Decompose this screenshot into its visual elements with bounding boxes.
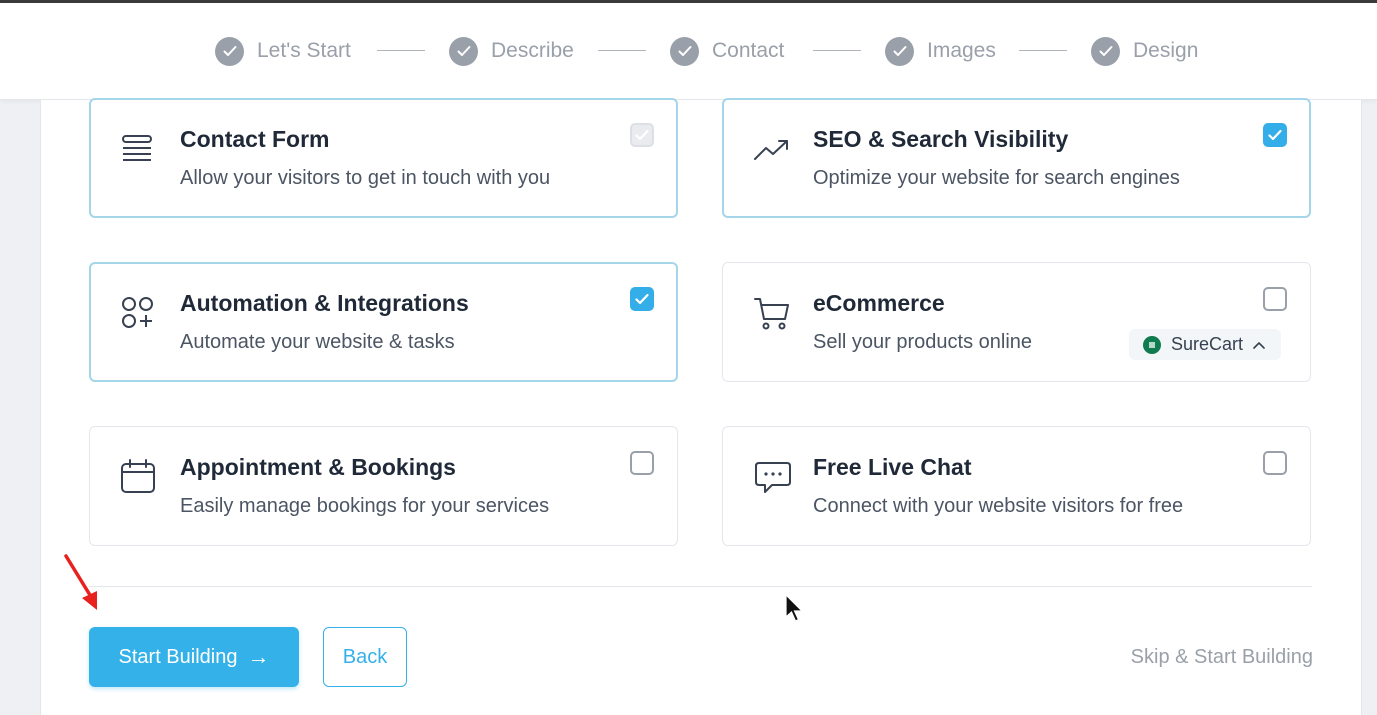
shopping-cart-icon bbox=[753, 293, 789, 333]
feature-title: Free Live Chat bbox=[813, 454, 972, 480]
step-label: Images bbox=[927, 39, 996, 62]
start-building-label: Start Building bbox=[118, 645, 238, 668]
step-label: Let's Start bbox=[257, 39, 351, 62]
feature-checkbox[interactable] bbox=[1263, 123, 1287, 147]
step-label: Contact bbox=[712, 39, 785, 62]
feature-title: Automation & Integrations bbox=[180, 290, 469, 316]
feature-card-seo[interactable]: SEO & Search Visibility Optimize your we… bbox=[722, 98, 1311, 218]
step-connector bbox=[813, 50, 861, 51]
calendar-icon bbox=[120, 457, 156, 497]
progress-stepper: Let's Start Describe Contact Images Desi… bbox=[0, 3, 1377, 100]
feature-card-ecommerce[interactable]: eCommerce Sell your products online Sure… bbox=[722, 262, 1311, 382]
divider bbox=[89, 586, 1312, 587]
feature-description: Easily manage bookings for your services bbox=[180, 495, 550, 517]
features-panel: Contact Form Allow your visitors to get … bbox=[40, 98, 1362, 715]
back-button[interactable]: Back bbox=[323, 627, 407, 687]
feature-card-live-chat[interactable]: Free Live Chat Connect with your website… bbox=[722, 426, 1311, 546]
step-label: Describe bbox=[491, 39, 574, 62]
chat-bubble-icon bbox=[753, 457, 791, 497]
feature-title: Contact Form bbox=[180, 126, 330, 152]
feature-checkbox[interactable] bbox=[1263, 287, 1287, 311]
step-connector bbox=[377, 50, 425, 51]
step-images[interactable]: Images bbox=[885, 36, 996, 66]
apps-plus-icon bbox=[120, 293, 156, 333]
feature-checkbox[interactable] bbox=[630, 451, 654, 475]
step-describe[interactable]: Describe bbox=[449, 36, 574, 66]
step-check-icon bbox=[670, 36, 699, 66]
feature-title: SEO & Search Visibility bbox=[813, 126, 1069, 152]
mouse-cursor-icon bbox=[785, 594, 804, 622]
step-connector bbox=[598, 50, 646, 51]
step-design[interactable]: Design bbox=[1091, 36, 1198, 66]
step-check-icon bbox=[449, 36, 478, 66]
feature-title: eCommerce bbox=[813, 290, 945, 316]
step-connector bbox=[1019, 50, 1067, 51]
feature-checkbox[interactable] bbox=[1263, 451, 1287, 475]
feature-title: Appointment & Bookings bbox=[180, 454, 456, 480]
feature-checkbox[interactable] bbox=[630, 123, 654, 147]
list-lines-icon bbox=[120, 129, 156, 169]
feature-description: Sell your products online bbox=[813, 331, 1033, 353]
step-check-icon bbox=[215, 36, 244, 66]
arrow-right-icon: → bbox=[247, 644, 270, 669]
trending-up-icon bbox=[753, 129, 789, 169]
chevron-up-icon bbox=[1253, 336, 1265, 354]
step-check-icon bbox=[885, 36, 914, 66]
feature-description: Connect with your website visitors for f… bbox=[813, 495, 1184, 517]
start-building-button[interactable]: Start Building → bbox=[89, 627, 299, 687]
step-check-icon bbox=[1091, 36, 1120, 66]
feature-card-automation[interactable]: Automation & Integrations Automate your … bbox=[89, 262, 678, 382]
feature-description: Optimize your website for search engines bbox=[813, 167, 1180, 189]
step-lets-start[interactable]: Let's Start bbox=[215, 36, 351, 66]
feature-card-contact-form[interactable]: Contact Form Allow your visitors to get … bbox=[89, 98, 678, 218]
step-label: Design bbox=[1133, 39, 1199, 62]
surecart-badge[interactable]: SureCart bbox=[1129, 329, 1282, 360]
feature-card-appointments[interactable]: Appointment & Bookings Easily manage boo… bbox=[89, 426, 678, 546]
feature-description: Allow your visitors to get in touch with… bbox=[180, 167, 551, 189]
red-pointer-arrow-icon bbox=[64, 554, 97, 610]
feature-checkbox[interactable] bbox=[630, 287, 654, 311]
surecart-logo-icon bbox=[1143, 335, 1161, 354]
skip-start-building-link[interactable]: Skip & Start Building bbox=[1131, 646, 1313, 669]
badge-label: SureCart bbox=[1171, 334, 1244, 354]
feature-description: Automate your website & tasks bbox=[180, 331, 455, 353]
step-contact[interactable]: Contact bbox=[670, 36, 784, 66]
